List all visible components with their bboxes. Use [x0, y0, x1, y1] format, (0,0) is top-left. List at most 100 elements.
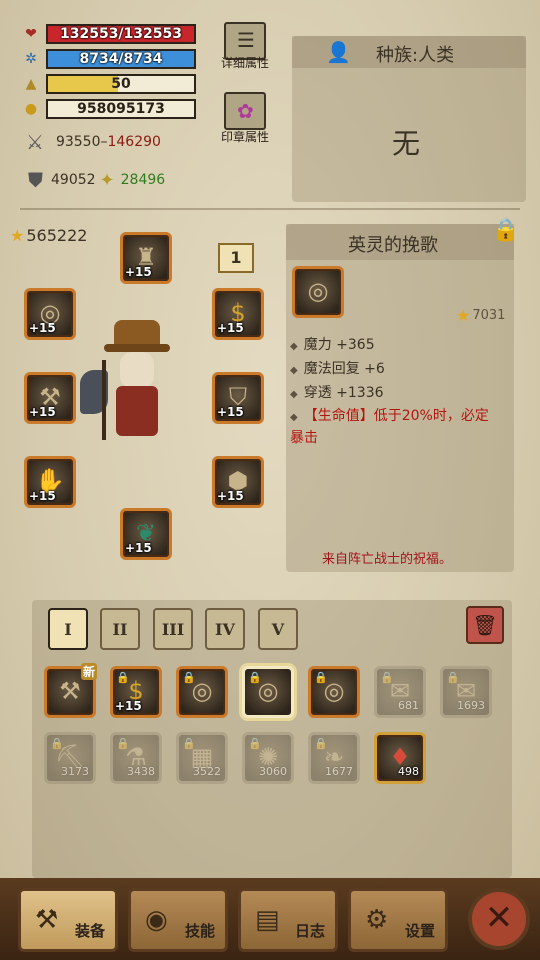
equip-boots[interactable]: ⬢ +15	[212, 456, 264, 508]
item-count: 498	[398, 765, 419, 778]
race-value: 无	[392, 127, 421, 160]
gold-row: ● 958095173	[22, 98, 196, 120]
inventory-item[interactable]: 🔒 ◎	[308, 666, 360, 718]
exp-bar: 50	[46, 74, 196, 94]
document-icon: ☰	[237, 28, 255, 52]
heart-icon: ❤	[25, 26, 37, 42]
inventory-item[interactable]: 🔒 ✉ 1693	[440, 666, 492, 718]
inventory-item[interactable]: 🔒 $ +15	[110, 666, 162, 718]
book-icon: ▤	[255, 905, 280, 935]
magic-defense-icon: ✦	[99, 169, 115, 191]
item-name: 英灵的挽歌	[348, 235, 438, 256]
equip-plus: +15	[29, 321, 56, 335]
inventory-item[interactable]: ⚒ 新	[44, 663, 97, 718]
attack-max: 146290	[107, 134, 161, 150]
nav-skills[interactable]: ◉ 技能	[128, 888, 228, 952]
hero-character	[80, 320, 190, 450]
mana-icon: ✲	[25, 51, 37, 67]
attack-separator: –	[100, 134, 108, 150]
equip-gloves[interactable]: ✋ +15	[24, 456, 76, 508]
inventory-item[interactable]: ♦ 498	[374, 732, 426, 784]
attr-text: 魔力 +365	[303, 337, 375, 353]
ring-icon: ◎	[323, 677, 345, 705]
selected-item-icon: ◎	[292, 266, 344, 318]
attr-text: 魔法回复 +6	[303, 361, 385, 377]
nav-settings-label: 设置	[404, 922, 435, 940]
equip-plus: +15	[29, 405, 56, 419]
diamond-icon: ◆	[290, 412, 298, 423]
nav-log[interactable]: ▤ 日志	[238, 888, 338, 952]
inventory-item[interactable]: 🔒 ✉ 681	[374, 666, 426, 718]
person-icon: 👤	[326, 40, 351, 64]
shield-icon: ⛊	[28, 168, 43, 192]
inventory-item[interactable]: 🔒 ⚗ 3438	[110, 732, 162, 784]
tab-2[interactable]: II	[100, 608, 140, 650]
inventory-item[interactable]: 🔒 ◎	[176, 666, 228, 718]
tab-5[interactable]: V	[258, 608, 298, 650]
equip-plus: +15	[217, 489, 244, 503]
magic-defense-value: 28496	[120, 172, 166, 188]
gold-bar: 958095173	[46, 99, 196, 119]
close-icon: ✕	[484, 898, 514, 938]
star-icon: ★	[10, 226, 25, 245]
equip-ring-left[interactable]: ◎ +15	[24, 288, 76, 340]
close-button[interactable]: ✕	[468, 888, 530, 950]
diamond-icon: ◆	[290, 341, 298, 352]
inventory-item[interactable]: 🔒 ⛏ 3173	[44, 732, 96, 784]
equip-plus: +15	[217, 405, 244, 419]
axe-icon: ⚒	[35, 905, 59, 935]
new-badge: 新	[80, 663, 97, 680]
equip-armor[interactable]: ⛉ +15	[212, 372, 264, 424]
defense-stat: ⛊ 49052 ✦ 28496	[28, 168, 165, 192]
item-attr-2: ◆ 魔法回复 +6	[290, 358, 385, 378]
race-label: 种族:人类	[376, 45, 455, 66]
nav-equipment-label: 装备	[74, 922, 105, 940]
gear-icon: ⚙	[365, 905, 389, 935]
diamond-icon: ◆	[290, 365, 298, 376]
item-count: 3173	[61, 765, 89, 778]
ring-icon: ◎	[191, 677, 213, 705]
equip-pet[interactable]: ❦ +15	[120, 508, 172, 560]
weapon-icon: ⚒	[59, 677, 81, 705]
item-attr-1: ◆ 魔力 +365	[290, 334, 375, 354]
hp-bar: 132553/132553	[46, 24, 196, 44]
nav-settings[interactable]: ⚙ 设置	[348, 888, 448, 952]
lock-icon[interactable]: 🔒	[492, 218, 519, 243]
mp-value: 8734/8734	[79, 51, 163, 67]
tab-4[interactable]: IV	[205, 608, 245, 650]
trash-button[interactable]: 🗑	[466, 606, 504, 644]
equip-plus: +15	[125, 265, 152, 279]
equip-helmet[interactable]: ♜ +15	[120, 232, 172, 284]
inventory-item[interactable]: 🔒 ▦ 3522	[176, 732, 228, 784]
item-attr-3: ◆ 穿透 +1336	[290, 382, 384, 402]
star-score: ★ 565222	[10, 226, 87, 245]
ring-icon: ◎	[307, 277, 329, 305]
star-score-value: 565222	[26, 226, 88, 245]
tab-3[interactable]: III	[153, 608, 193, 650]
equip-weapon[interactable]: ⚒ +15	[24, 372, 76, 424]
tab-1[interactable]: I	[48, 608, 88, 650]
level-value: 50	[111, 76, 131, 92]
equip-plus: +15	[217, 321, 244, 335]
nav-equipment[interactable]: ⚒ 装备	[18, 888, 118, 952]
inventory-item[interactable]: 🔒 ❧ 1677	[308, 732, 360, 784]
equip-plus: +15	[29, 489, 56, 503]
seal-attrs-button[interactable]: ✿	[224, 92, 266, 130]
gold-icon: ●	[24, 101, 38, 117]
gold-value: 958095173	[77, 101, 165, 117]
slot-number-box[interactable]: 1	[218, 243, 254, 273]
inventory-item-selected[interactable]: 🔒 ◎	[242, 666, 294, 718]
defense-value: 49052	[51, 172, 96, 188]
crossed-swords-icon: ⚔	[26, 130, 44, 154]
nav-log-label: 日志	[294, 922, 325, 940]
equip-plus: +15	[125, 541, 152, 555]
flower-icon: ✿	[237, 99, 254, 123]
level-row: ▲ 50	[22, 73, 196, 95]
item-count: 681	[398, 699, 419, 712]
equip-amulet[interactable]: $ +15	[212, 288, 264, 340]
item-count: 3438	[127, 765, 155, 778]
mp-bar: 8734/8734	[46, 49, 196, 69]
item-star-value: ★ 7031	[456, 306, 505, 325]
inventory-item[interactable]: 🔒 ✺ 3060	[242, 732, 294, 784]
ring-icon: ◎	[257, 677, 279, 705]
